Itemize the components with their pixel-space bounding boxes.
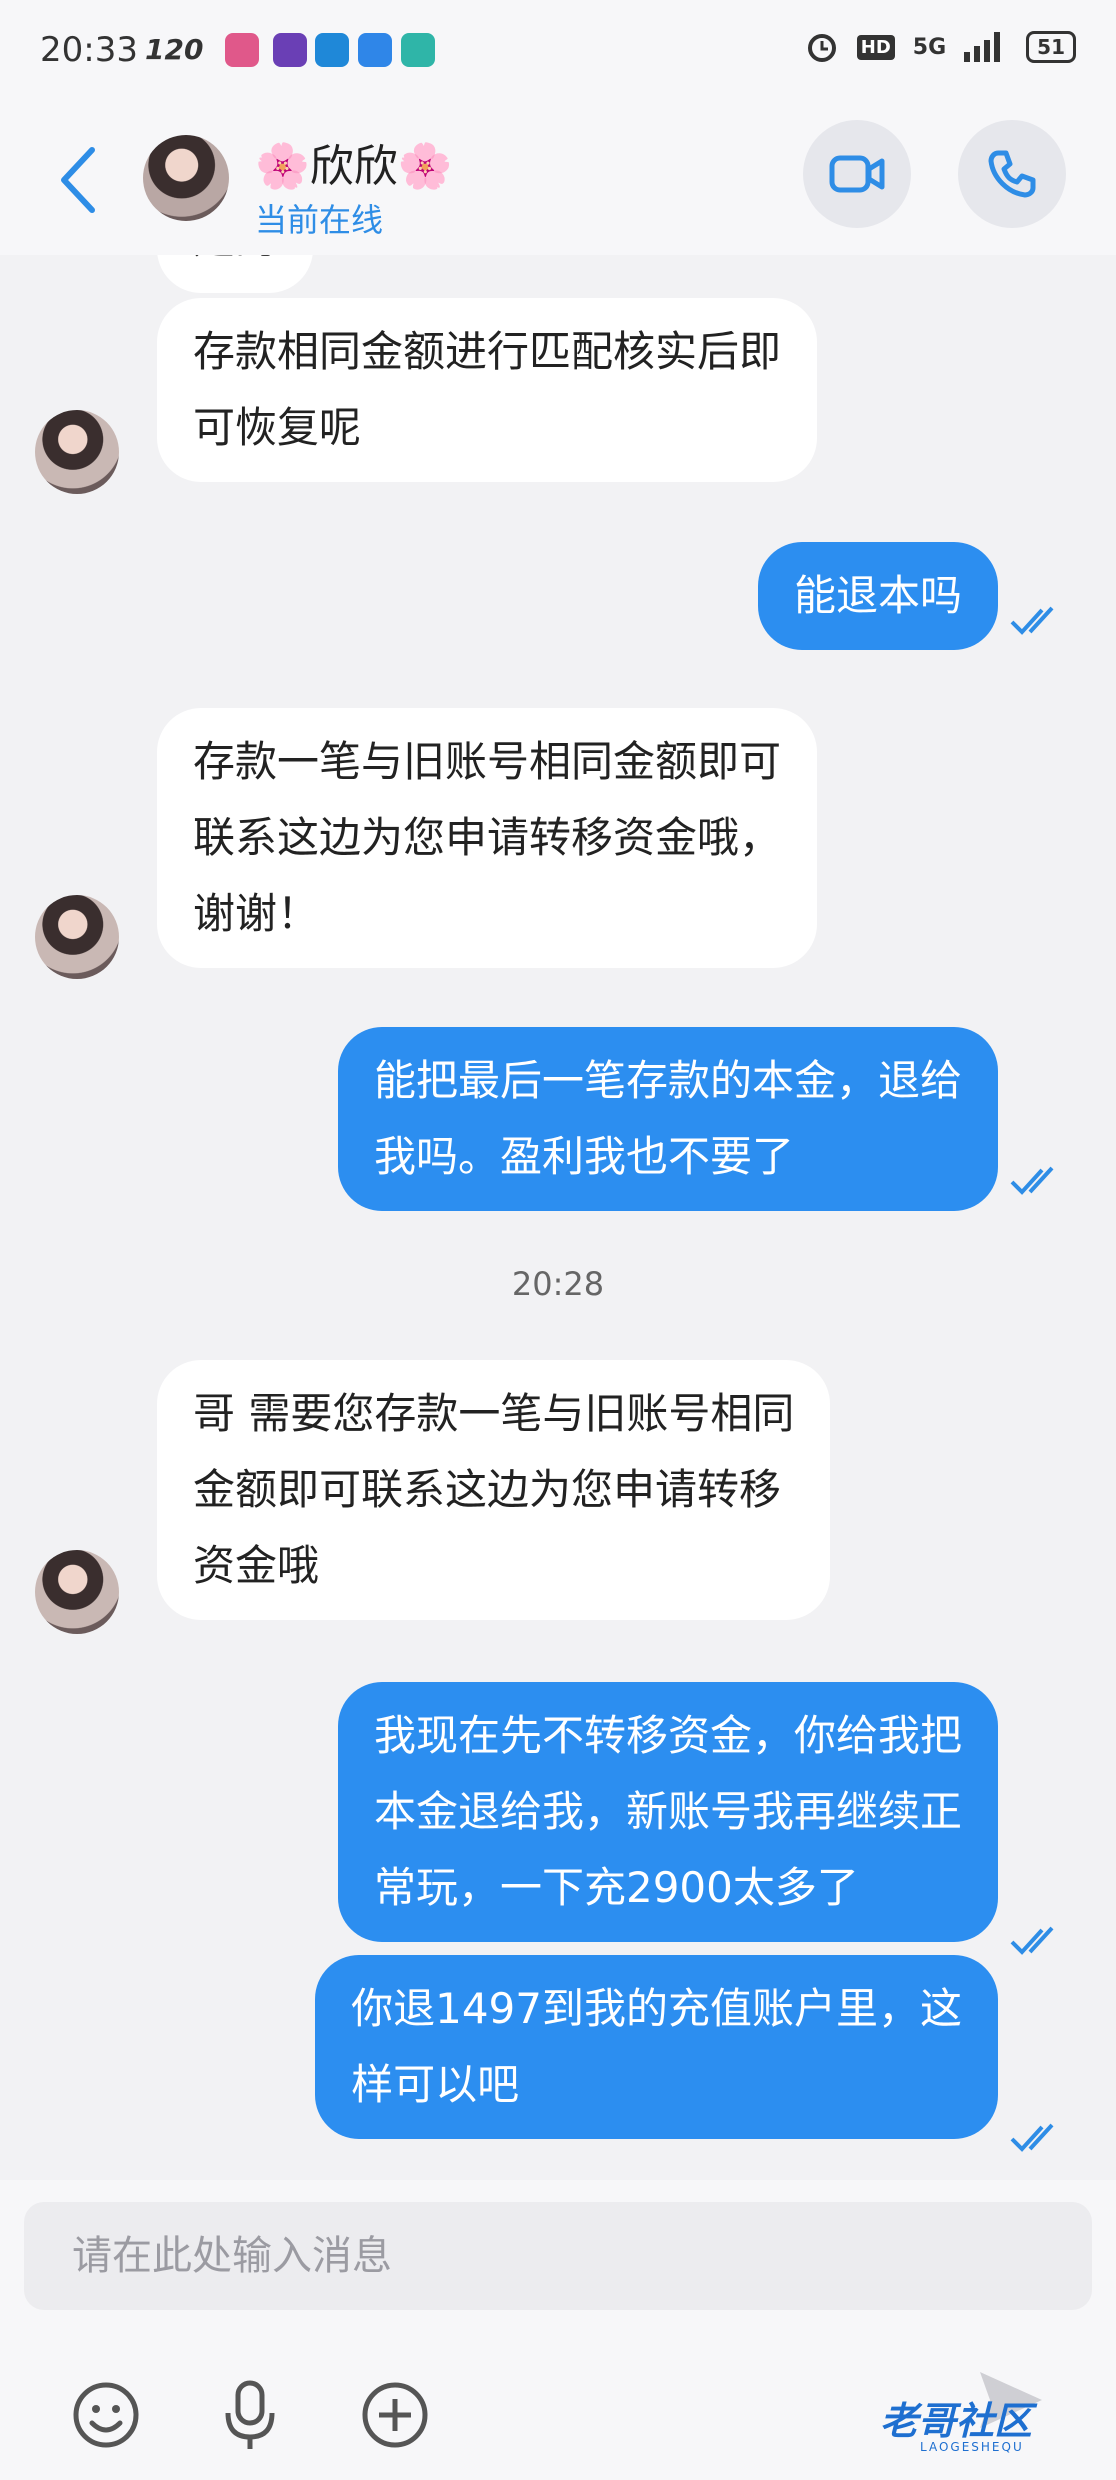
contact-avatar-small[interactable] [35, 410, 119, 494]
app-notification-icon [225, 33, 259, 67]
emoji-icon[interactable] [66, 2375, 146, 2455]
message-list[interactable]: 是的 存款相同金额进行匹配核实后即 可恢复呢 能退本吗 存款一笔与旧账号相同金额… [0, 255, 1116, 2175]
status-indicators: HD 5G 51 [805, 30, 1076, 64]
double-check-icon [1010, 2123, 1054, 2152]
contact-name: 🌸欣欣🌸 [255, 141, 453, 192]
signal-icon [964, 32, 1001, 62]
back-button[interactable] [50, 140, 110, 220]
chat-header: 🌸欣欣🌸 当前在线 [0, 100, 1116, 255]
chevron-left-icon [61, 147, 95, 213]
watermark-subtitle: LAOGESHEQU [920, 2440, 1024, 2454]
outgoing-message[interactable]: 你退1497到我的充值账户里，这 样可以吧 [315, 1955, 998, 2139]
app-notification-icon [358, 33, 392, 67]
video-call-button[interactable] [803, 120, 911, 228]
contact-avatar[interactable] [143, 135, 229, 221]
outgoing-message[interactable]: 我现在先不转移资金，你给我把 本金退给我，新账号我再继续正 常玩，一下充2900… [337, 1682, 998, 1942]
video-camera-icon [829, 155, 885, 193]
refresh-rate: 120 [145, 33, 204, 66]
phone-icon [988, 150, 1036, 198]
alarm-icon [807, 34, 836, 62]
status-time: 20:33 [40, 30, 138, 70]
status-bar: 20:33 120 HD 5G 51 [0, 0, 1116, 100]
outgoing-message[interactable]: 能退本吗 [757, 542, 998, 650]
double-check-icon [1010, 1926, 1054, 1955]
double-check-icon [1010, 606, 1054, 635]
contact-avatar-small[interactable] [35, 895, 119, 979]
voice-call-button[interactable] [958, 120, 1066, 228]
timestamp-divider: 20:28 [511, 1265, 605, 1303]
app-notification-icon [315, 33, 349, 67]
app-notification-icon [273, 33, 307, 67]
incoming-message[interactable]: 哥 需要您存款一笔与旧账号相同 金额即可联系这边为您申请转移 资金哦 [157, 1360, 831, 1620]
microphone-icon[interactable] [210, 2375, 290, 2455]
contact-status: 当前在线 [255, 201, 384, 239]
incoming-message[interactable]: 存款一笔与旧账号相同金额即可 联系这边为您申请转移资金哦， 谢谢！ [157, 708, 818, 968]
incoming-message[interactable]: 是的 [157, 255, 314, 293]
watermark-logo: 老哥社区 [880, 2399, 1033, 2443]
add-attachment-icon[interactable] [355, 2375, 435, 2455]
double-check-icon [1010, 1166, 1054, 1195]
incoming-message[interactable]: 存款相同金额进行匹配核实后即 可恢复呢 [157, 298, 818, 482]
app-notification-icon [401, 33, 435, 67]
hd-badge: HD [856, 34, 895, 60]
message-input[interactable]: 请在此处输入消息 [24, 2202, 1092, 2310]
network-label: 5G [912, 34, 947, 60]
outgoing-message[interactable]: 能把最后一笔存款的本金，退给 我吗。盈利我也不要了 [337, 1027, 998, 1211]
battery-indicator: 51 [1026, 31, 1076, 63]
contact-avatar-small[interactable] [35, 1550, 119, 1634]
